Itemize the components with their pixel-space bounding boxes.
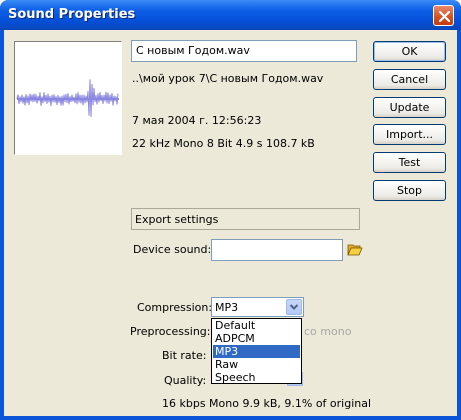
export-settings-heading: Export settings: [135, 213, 219, 226]
import-button[interactable]: Import...: [373, 124, 446, 145]
device-sound-input[interactable]: [211, 239, 343, 261]
sound-name-field[interactable]: С новым Годом.wav: [131, 40, 357, 62]
title-bar[interactable]: Sound Properties: [0, 0, 461, 30]
option-mp3[interactable]: MP3: [213, 345, 300, 358]
option-raw[interactable]: Raw: [213, 358, 300, 371]
sound-properties-window: Sound Properties С новым Годом.wav ..\мо…: [0, 0, 461, 420]
close-icon: [438, 10, 451, 23]
compression-dropdown-list: Default ADPCM MP3 Raw Speech: [211, 318, 302, 384]
close-button[interactable]: [433, 5, 454, 26]
option-speech[interactable]: Speech: [213, 371, 300, 384]
export-summary: 16 kbps Mono 9.9 kB, 9.1% of original: [162, 397, 372, 410]
compression-dropdown-button[interactable]: [286, 299, 302, 315]
compression-value: MP3: [215, 301, 239, 314]
folder-icon: [347, 244, 363, 256]
waveform-icon: [16, 79, 119, 118]
sound-info: 22 kHz Mono 8 Bit 4.9 s 108.7 kB: [132, 137, 315, 150]
test-button[interactable]: Test: [373, 152, 446, 173]
ok-button[interactable]: OK: [373, 41, 446, 62]
bitrate-label: Bit rate:: [162, 349, 207, 362]
preprocessing-hint: co mono: [304, 325, 352, 338]
cancel-button[interactable]: Cancel: [373, 69, 446, 90]
folder-button[interactable]: [347, 241, 363, 260]
quality-label: Quality:: [164, 374, 207, 387]
preprocessing-label: Preprocessing:: [130, 325, 211, 338]
stop-button[interactable]: Stop: [373, 180, 446, 201]
sound-path: ..\мой урок 7\С новым Годом.wav: [132, 72, 324, 85]
export-settings-header: Export settings: [131, 208, 360, 230]
chevron-down-icon: [289, 304, 299, 310]
sound-name-value: С новым Годом.wav: [136, 44, 250, 57]
waveform-preview: [14, 41, 122, 155]
option-adpcm[interactable]: ADPCM: [213, 332, 300, 345]
sound-date: 7 мая 2004 г. 12:56:23: [132, 114, 262, 127]
compression-label: Compression:: [137, 301, 213, 314]
window-title: Sound Properties: [8, 7, 136, 22]
device-sound-label: Device sound:: [133, 243, 212, 256]
update-button[interactable]: Update: [373, 97, 446, 118]
option-default[interactable]: Default: [213, 319, 300, 332]
compression-select[interactable]: MP3: [211, 297, 304, 317]
